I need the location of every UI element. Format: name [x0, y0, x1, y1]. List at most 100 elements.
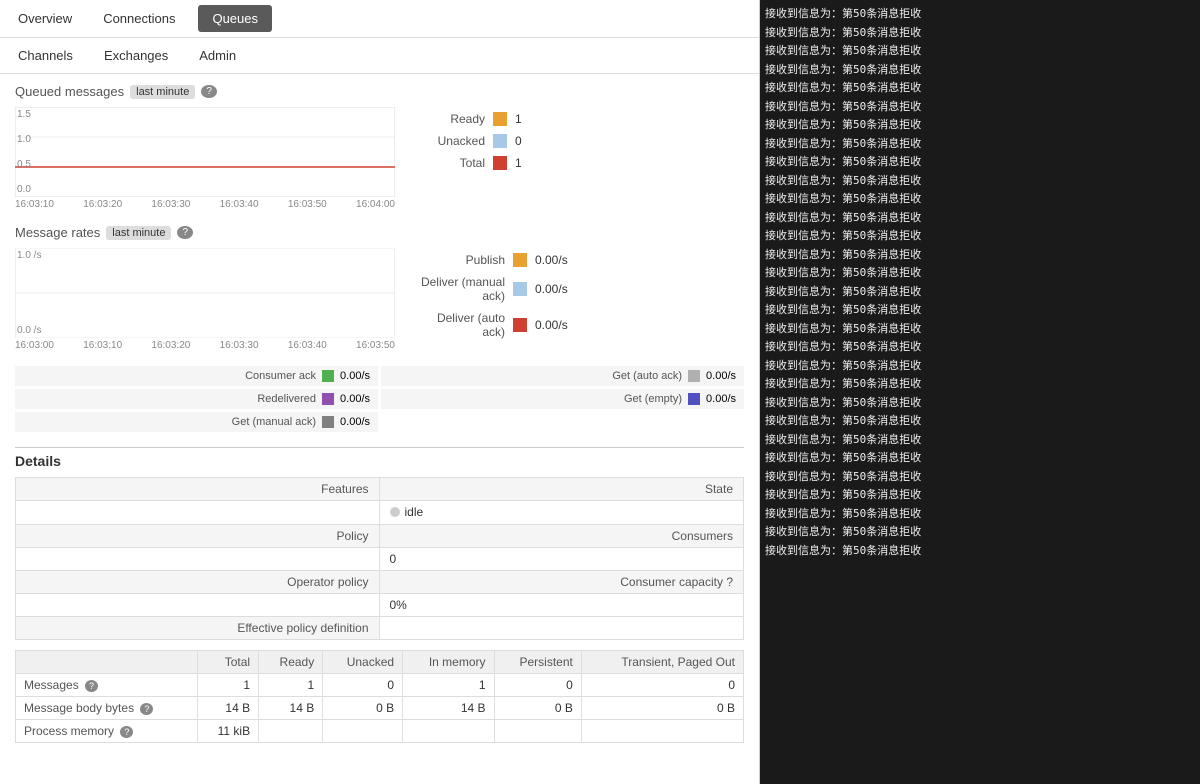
nav-admin[interactable]: Admin — [191, 43, 244, 68]
detail-capacity-label: Consumer capacity ? — [380, 571, 744, 594]
rx-3: 16:03:30 — [220, 340, 259, 351]
col-persistent: Persistent — [494, 651, 581, 674]
queued-messages-help[interactable]: ? — [201, 85, 217, 98]
log-line: 接收到信息为：第50条消息拒收 — [765, 61, 1195, 80]
rx-4: 16:03:40 — [288, 340, 327, 351]
nav-overview[interactable]: Overview — [10, 6, 80, 31]
rx-1: 16:03:10 — [83, 340, 122, 351]
log-line: 接收到信息为：第50条消息拒收 — [765, 505, 1195, 524]
detail-op-policy-label: Operator policy — [16, 571, 380, 594]
detail-capacity-text: Consumer capacity — [620, 575, 723, 589]
detail-state-value: idle — [380, 501, 744, 525]
second-nav: Channels Exchanges Admin — [0, 38, 759, 74]
nav-exchanges[interactable]: Exchanges — [96, 43, 176, 68]
detail-state-label: State — [380, 478, 744, 501]
detail-capacity-value: 0% — [380, 594, 744, 617]
row-messages-transient: 0 — [581, 674, 743, 697]
message-rates-badge[interactable]: last minute — [106, 226, 171, 240]
capacity-help[interactable]: ? — [726, 575, 733, 589]
log-line: 接收到信息为：第50条消息拒收 — [765, 468, 1195, 487]
row-body-bytes-ready: 14 B — [259, 697, 323, 720]
state-dot — [390, 507, 400, 517]
log-line: 接收到信息为：第50条消息拒收 — [765, 246, 1195, 265]
col-total: Total — [197, 651, 258, 674]
nav-connections[interactable]: Connections — [95, 6, 183, 31]
message-rates-help[interactable]: ? — [177, 226, 193, 239]
queued-messages-xaxis: 16:03:10 16:03:20 16:03:30 16:03:40 16:0… — [15, 199, 395, 210]
log-line: 接收到信息为：第50条消息拒收 — [765, 357, 1195, 376]
col-unacked: Unacked — [323, 651, 403, 674]
log-line: 接收到信息为：第50条消息拒收 — [765, 523, 1195, 542]
ack-get-empty: Get (empty) 0.00/s — [381, 389, 744, 409]
ack-get-auto-label: Get (auto ack) — [389, 370, 682, 382]
detail-features-label: Features — [16, 478, 380, 501]
right-log-panel: 接收到信息为：第50条消息拒收接收到信息为：第50条消息拒收接收到信息为：第50… — [760, 0, 1200, 784]
log-line: 接收到信息为：第50条消息拒收 — [765, 116, 1195, 135]
log-line: 接收到信息为：第50条消息拒收 — [765, 486, 1195, 505]
nav-queues-button[interactable]: Queues — [198, 5, 272, 32]
log-line: 接收到信息为：第50条消息拒收 — [765, 209, 1195, 228]
detail-eff-policy-value — [380, 617, 744, 639]
legend-publish-label: Publish — [415, 253, 505, 267]
rx-5: 16:03:50 — [356, 340, 395, 351]
rates-xaxis: 16:03:00 16:03:10 16:03:20 16:03:30 16:0… — [15, 340, 395, 351]
rates-legend: Publish 0.00/s Deliver (manual ack) 0.00… — [415, 248, 568, 339]
legend-total: Total 1 — [415, 156, 522, 170]
queued-messages-chart-container: 1.5 1.0 0.5 0.0 16:03:10 16:03:20 16:03:… — [15, 107, 744, 210]
row-process-memory-ready — [259, 720, 323, 743]
ack-get-auto: Get (auto ack) 0.00/s — [381, 366, 744, 386]
message-rates-label: Message rates — [15, 225, 100, 240]
rates-y-axis: 1.0 /s 0.0 /s — [17, 248, 41, 338]
details-grid: Features State idle Policy Consumers 0 O… — [15, 477, 744, 640]
legend-unacked-color — [493, 134, 507, 148]
ack-get-manual: Get (manual ack) 0.00/s — [15, 412, 378, 432]
rates-y-bottom: 0.0 /s — [17, 325, 41, 336]
queued-messages-chart: 1.5 1.0 0.5 0.0 — [15, 107, 395, 197]
detail-consumers-label: Consumers — [380, 525, 744, 548]
details-header: Details — [15, 453, 744, 469]
table-row-process-memory: Process memory ? 11 kiB — [16, 720, 744, 743]
messages-table: Total Ready Unacked In memory Persistent… — [15, 650, 744, 743]
log-line: 接收到信息为：第50条消息拒收 — [765, 283, 1195, 302]
legend-deliver-manual-color — [513, 282, 527, 296]
log-line: 接收到信息为：第50条消息拒收 — [765, 264, 1195, 283]
legend-total-color — [493, 156, 507, 170]
row-messages-persistent: 0 — [494, 674, 581, 697]
queued-messages-legend: Ready 1 Unacked 0 Total 1 — [415, 107, 522, 170]
x-label-2: 16:03:30 — [151, 199, 190, 210]
row-process-memory-total: 11 kiB — [197, 720, 258, 743]
ack-get-empty-value: 0.00/s — [706, 393, 736, 405]
message-rates-svg — [15, 248, 395, 338]
row-body-bytes-text: Message body bytes — [24, 701, 134, 715]
ack-redelivered: Redelivered 0.00/s — [15, 389, 378, 409]
log-line: 接收到信息为：第50条消息拒收 — [765, 431, 1195, 450]
ack-get-manual-label: Get (manual ack) — [23, 416, 316, 428]
nav-channels[interactable]: Channels — [10, 43, 81, 68]
legend-deliver-auto: Deliver (auto ack) 0.00/s — [415, 311, 568, 339]
legend-publish: Publish 0.00/s — [415, 253, 568, 267]
row-body-bytes-total: 14 B — [197, 697, 258, 720]
row-messages-ready: 1 — [259, 674, 323, 697]
log-line: 接收到信息为：第50条消息拒收 — [765, 412, 1195, 431]
log-line: 接收到信息为：第50条消息拒收 — [765, 542, 1195, 561]
legend-deliver-auto-color — [513, 318, 527, 332]
log-line: 接收到信息为：第50条消息拒收 — [765, 394, 1195, 413]
queued-messages-badge[interactable]: last minute — [130, 85, 195, 99]
ack-redelivered-label: Redelivered — [23, 393, 316, 405]
legend-ready-label: Ready — [415, 112, 485, 126]
messages-help-icon[interactable]: ? — [85, 680, 98, 692]
rates-y-top: 1.0 /s — [17, 250, 41, 261]
message-rates-chart-container: 1.0 /s 0.0 /s 16:03:00 16:03:10 16:03:20… — [15, 248, 744, 351]
log-line: 接收到信息为：第50条消息拒收 — [765, 98, 1195, 117]
table-row-messages: Messages ? 1 1 0 1 0 0 — [16, 674, 744, 697]
row-messages-label: Messages ? — [16, 674, 198, 697]
body-bytes-help-icon[interactable]: ? — [140, 703, 153, 715]
legend-deliver-auto-label: Deliver (auto ack) — [415, 311, 505, 339]
legend-unacked: Unacked 0 — [415, 134, 522, 148]
row-process-memory-unacked — [323, 720, 403, 743]
row-messages-text: Messages — [24, 678, 79, 692]
legend-deliver-manual: Deliver (manual ack) 0.00/s — [415, 275, 568, 303]
legend-unacked-value: 0 — [515, 134, 522, 148]
detail-policy-value — [16, 548, 380, 571]
process-memory-help-icon[interactable]: ? — [120, 726, 133, 738]
